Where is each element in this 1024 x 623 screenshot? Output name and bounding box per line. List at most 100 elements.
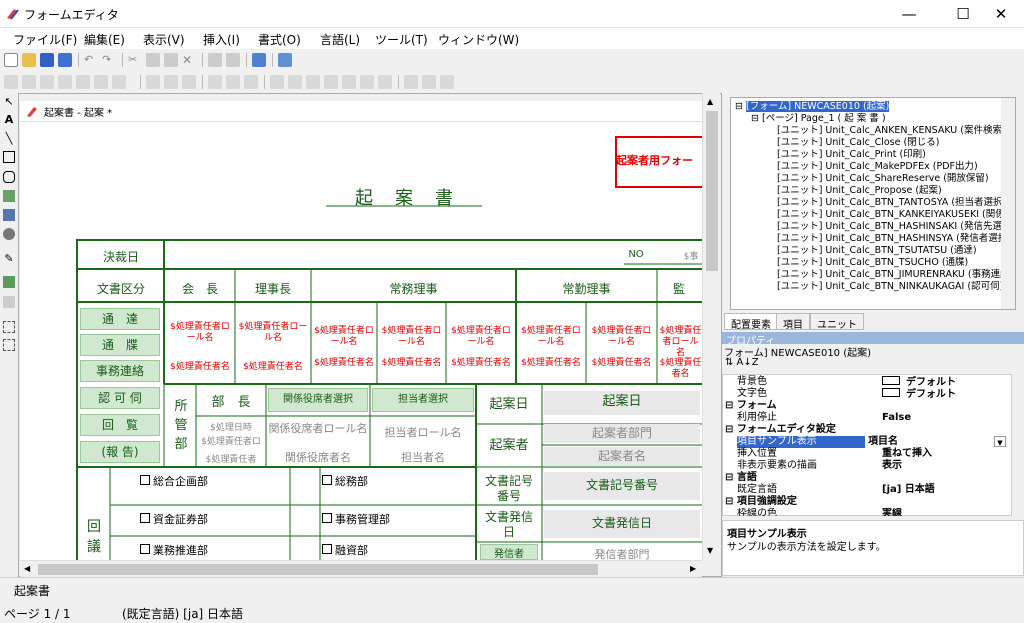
- tab-items[interactable]: 項目: [776, 313, 810, 331]
- tsutatsu-button[interactable]: 通 達: [80, 308, 160, 330]
- bunsho-hasshin-field[interactable]: 文書発信日: [544, 510, 700, 538]
- same-size-icon[interactable]: [182, 75, 196, 89]
- distribute-icon[interactable]: [112, 75, 126, 89]
- center-v-icon[interactable]: [360, 75, 374, 89]
- rectangle-tool-icon[interactable]: [3, 151, 15, 163]
- space-eq-icon[interactable]: [244, 75, 258, 89]
- tree-item[interactable]: [ユニット] Unit_Calc_ANKEN_KENSAKU (案件検索): [777, 125, 1006, 137]
- tree-vscroll[interactable]: [1001, 98, 1015, 309]
- unit-tool-icon[interactable]: [3, 228, 15, 240]
- unlock-icon[interactable]: [226, 53, 240, 67]
- tree-item[interactable]: [ユニット] Unit_Calc_Close (閉じる): [777, 137, 939, 149]
- align-left-icon[interactable]: [4, 75, 18, 89]
- scroll-left-icon[interactable]: ◀: [24, 564, 30, 573]
- check-item[interactable]: 総務部: [322, 473, 368, 489]
- tree-item[interactable]: [ユニット] Unit_Calc_BTN_JIMURENRAKU (事務連絡: [777, 269, 1010, 281]
- jimurenraku-button[interactable]: 事務連絡: [80, 360, 160, 382]
- property-row[interactable]: 利用停止 False: [737, 412, 1009, 424]
- tsucho-button[interactable]: 通 牒: [80, 334, 160, 356]
- tab-units[interactable]: ユニット: [810, 313, 864, 331]
- property-row[interactable]: 枠線の色 実線: [737, 508, 1009, 516]
- check-item[interactable]: 総合企画部: [140, 473, 208, 489]
- tab-placement[interactable]: 配置要素: [724, 313, 778, 331]
- tree-item[interactable]: [ユニット] Unit_Calc_BTN_TSUTATSU (通達): [777, 245, 977, 257]
- tree-item[interactable]: [ユニット] Unit_Calc_ShareReserve (開放保留): [777, 173, 989, 185]
- sort-icon[interactable]: ⇅ A↓Z: [725, 357, 759, 368]
- field-tool-icon[interactable]: [3, 209, 15, 221]
- menu-insert[interactable]: 挿入(I): [203, 31, 240, 48]
- property-value[interactable]: False: [882, 412, 911, 424]
- tree-item[interactable]: [ユニット] Unit_Calc_BTN_HASHINSAKI (発信先選択: [777, 221, 1011, 233]
- ungroup-icon[interactable]: [324, 75, 338, 89]
- paste-icon[interactable]: [164, 53, 178, 67]
- kiansha-bumon-field[interactable]: 起案者部門: [544, 424, 700, 443]
- save-icon[interactable]: [40, 53, 54, 67]
- tree-item[interactable]: [ユニット] Unit_Calc_BTN_KANKEIYAKUSEKI (関係役: [777, 209, 1014, 221]
- checkbox-icon[interactable]: [322, 544, 332, 554]
- new-icon[interactable]: [4, 53, 18, 67]
- checkbox-icon[interactable]: [322, 475, 332, 485]
- check-item[interactable]: 業務推進部: [140, 542, 208, 558]
- menu-edit[interactable]: 編集(E): [84, 31, 125, 48]
- property-row[interactable]: 既定言語 [ja] 日本語: [737, 484, 1009, 496]
- image-tool-icon[interactable]: [3, 190, 15, 202]
- property-row-selected[interactable]: 項目サンプル表示: [737, 436, 865, 448]
- check-item[interactable]: 融資部: [322, 542, 368, 558]
- scroll-right-icon[interactable]: ▶: [690, 564, 696, 573]
- property-value[interactable]: 表示: [882, 460, 902, 472]
- table-tool-icon[interactable]: [3, 276, 15, 288]
- send-back-icon[interactable]: [288, 75, 302, 89]
- delete-icon[interactable]: ✕: [182, 53, 196, 67]
- kairan-button[interactable]: 回 覧: [80, 414, 160, 436]
- form-canvas[interactable]: 起案者用フォー 起 案 書 NO $事 決裁日 文書区分 会 長 理事長 常務理…: [20, 122, 702, 560]
- check-item[interactable]: 事務管理部: [322, 511, 390, 527]
- center-h-icon[interactable]: [342, 75, 356, 89]
- hasshin-button[interactable]: 発信者: [480, 544, 538, 560]
- redo-icon[interactable]: ↷: [102, 53, 116, 67]
- property-category[interactable]: ⊟ フォーム: [725, 400, 997, 412]
- checkbox-icon[interactable]: [140, 475, 150, 485]
- property-row[interactable]: 背景色 デフォルト: [737, 376, 1009, 388]
- checkbox-icon[interactable]: [140, 513, 150, 523]
- group-icon[interactable]: [306, 75, 320, 89]
- grid-icon[interactable]: [252, 53, 266, 67]
- space-h-icon[interactable]: [208, 75, 222, 89]
- vscroll-thumb[interactable]: [706, 111, 718, 271]
- pen-tool-icon[interactable]: ✎: [3, 253, 15, 265]
- hasshin-bumon-field[interactable]: 発信者部門: [544, 546, 700, 560]
- tree-item[interactable]: [ユニット] Unit_Calc_Propose (起案): [777, 185, 942, 197]
- property-row[interactable]: 文字色 デフォルト: [737, 388, 1009, 400]
- cut-icon[interactable]: ✂: [128, 53, 142, 67]
- property-category[interactable]: ⊟ 項目強調設定: [725, 496, 997, 508]
- property-value-dropdown[interactable]: 項目名 ▼: [868, 436, 1008, 448]
- multi-select-icon[interactable]: [3, 339, 15, 351]
- tree-item[interactable]: [ユニット] Unit_Calc_BTN_TANTOSYA (担当者選択: [777, 197, 1003, 209]
- same-width-icon[interactable]: [146, 75, 160, 89]
- tree-item[interactable]: ⊟ [ページ] Page_1 ( 起 案 書 ): [751, 113, 886, 125]
- minimize-button[interactable]: —: [886, 0, 932, 28]
- zoom-icon[interactable]: [422, 75, 436, 89]
- pointer-icon[interactable]: ↖: [3, 96, 15, 108]
- rounded-rect-tool-icon[interactable]: [3, 171, 15, 183]
- vertical-scrollbar[interactable]: ▲ ▼: [702, 93, 720, 560]
- tree-item[interactable]: [ユニット] Unit_Calc_MakePDFEx (PDF出力): [777, 161, 978, 173]
- ninkaukagai-button[interactable]: 認 可 伺: [80, 387, 160, 409]
- preview-icon[interactable]: [278, 53, 292, 67]
- lock-icon[interactable]: [208, 53, 222, 67]
- property-value[interactable]: 重ねて挿入: [882, 448, 932, 460]
- align-top-icon[interactable]: [58, 75, 72, 89]
- tree-item[interactable]: [ユニット] Unit_Calc_Print (印刷): [777, 149, 926, 161]
- property-row[interactable]: 非表示要素の描画 表示: [737, 460, 1009, 472]
- horizontal-scrollbar[interactable]: ◀ ▶: [20, 560, 702, 577]
- align-bottom-icon[interactable]: [94, 75, 108, 89]
- property-value[interactable]: 実線: [882, 508, 902, 516]
- tree-item[interactable]: [ユニット] Unit_Calc_BTN_TSUCHO (通牒): [777, 257, 968, 269]
- align-right-icon[interactable]: [40, 75, 54, 89]
- chevron-down-icon[interactable]: ▼: [994, 436, 1006, 447]
- close-button[interactable]: ✕: [978, 0, 1024, 28]
- align-center-icon[interactable]: [22, 75, 36, 89]
- bring-front-icon[interactable]: [270, 75, 284, 89]
- tab-order-icon[interactable]: [440, 75, 454, 89]
- menu-view[interactable]: 表示(V): [143, 31, 185, 48]
- kiansha-mei-field[interactable]: 起案者名: [544, 447, 700, 466]
